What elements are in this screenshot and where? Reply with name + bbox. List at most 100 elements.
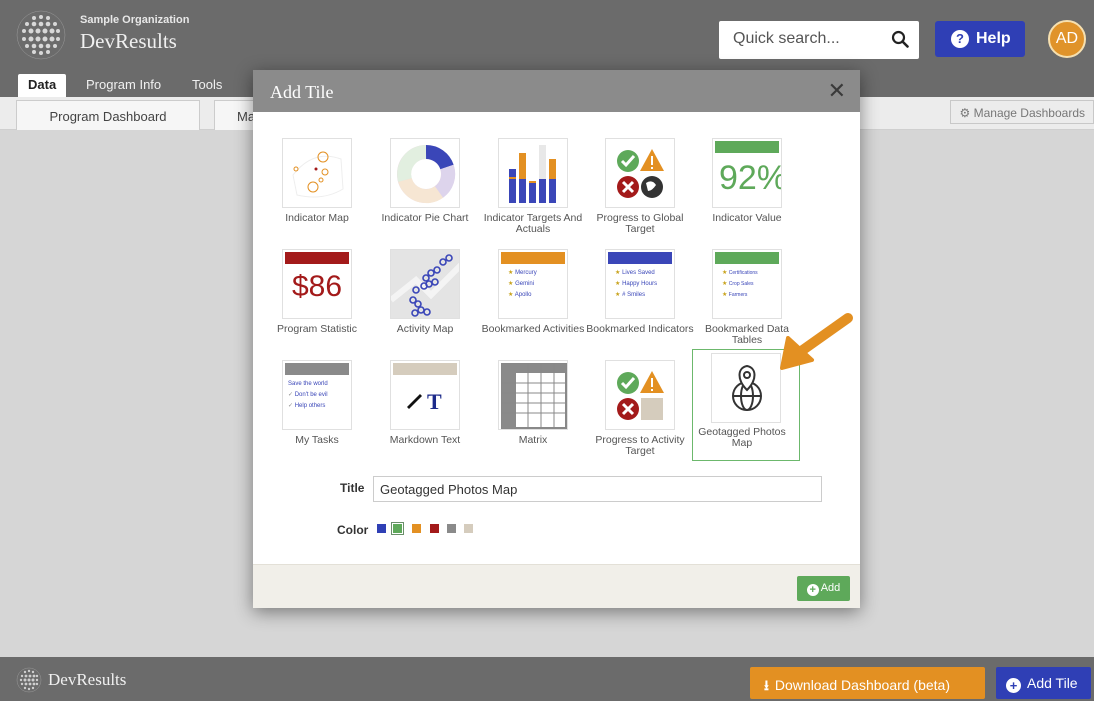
bookmark-item: Crop Sales [728, 281, 754, 287]
tile-label: Activity Map [396, 323, 454, 335]
search-icon[interactable] [891, 30, 909, 48]
bookmark-item: Certifications [728, 270, 758, 276]
tile-progress-to-global-target[interactable]: Progress to Global Target [583, 134, 683, 235]
plus-circle-icon: + [1006, 678, 1021, 693]
tile-value-text: $86 [291, 270, 343, 303]
color-swatch-beige[interactable] [464, 524, 473, 533]
modal-add-button[interactable]: + Add [797, 576, 850, 601]
tile-label: Program Statistic [277, 323, 357, 335]
tasks-icon: Save the world ✓ Don't be evil ✓ Help ot… [282, 360, 352, 430]
tile-label: My Tasks [295, 434, 339, 446]
tile-activity-map[interactable]: Activity Map [368, 245, 468, 345]
tile-label: Progress to Global Target [596, 212, 684, 235]
statistic-icon: $86 [282, 249, 352, 319]
tile-label: Progress to Activity Target [595, 434, 685, 457]
footer-bar: DevResults ⭳ Download Dashboard (beta) + A… [0, 657, 1094, 701]
tile-indicator-pie-chart[interactable]: Indicator Pie Chart [368, 134, 468, 234]
tab-program-info[interactable]: Program Info [76, 74, 171, 97]
brand-name: DevResults [80, 29, 177, 53]
color-swatch-blue[interactable] [377, 524, 386, 533]
bookmark-item: Lives Saved [622, 270, 655, 276]
tab-data[interactable]: Data [18, 74, 67, 97]
search-placeholder: Quick search... [733, 30, 840, 47]
manage-dashboards-button[interactable]: ⚙ Manage Dashboards [950, 100, 1094, 124]
tile-progress-to-activity-target[interactable]: Progress to Activity Target [583, 356, 685, 457]
tile-label: Bookmarked Activities [481, 323, 585, 335]
tile-label: Matrix [518, 434, 548, 446]
tile-bookmarked-data-tables[interactable]: ★ Certifications ★ Crop Sales ★ Farmers … [690, 245, 790, 346]
close-icon[interactable]: ✕ [828, 78, 846, 104]
bookmark-list-icon: ★ Lives Saved ★ Happy Hours ★ # Smiles [605, 249, 675, 319]
matrix-icon [498, 360, 568, 430]
markdown-icon: T [390, 360, 460, 430]
download-dashboard-button[interactable]: ⭳ Download Dashboard (beta) [750, 667, 985, 699]
color-swatch-orange[interactable] [412, 524, 421, 533]
tile-label: Indicator Value [712, 212, 782, 224]
bookmark-item: Apollo [514, 292, 532, 298]
bookmark-item: # Smiles [622, 292, 646, 298]
tile-markdown-text[interactable]: T Markdown Text [368, 356, 468, 456]
tile-indicator-value[interactable]: 92% Indicator Value [690, 134, 790, 234]
pie-chart-icon [390, 138, 460, 208]
organization-name: Sample Organization [80, 14, 190, 26]
bookmark-item: Happy Hours [622, 281, 658, 287]
tile-my-tasks[interactable]: Save the world ✓ Don't be evil ✓ Help ot… [260, 356, 360, 456]
tile-program-statistic[interactable]: $86 Program Statistic [260, 245, 360, 345]
tile-value-text: 92% [719, 159, 782, 197]
value-icon: 92% [712, 138, 782, 208]
tile-label: Indicator Targets And Actuals [483, 212, 583, 235]
tile-indicator-targets-and-actuals[interactable]: Indicator Targets And Actuals [476, 134, 582, 235]
tab-program-dashboard[interactable]: Program Dashboard [16, 100, 200, 130]
add-tile-label: Add Tile [1027, 675, 1078, 691]
task-item: Help others [294, 403, 326, 409]
user-avatar[interactable]: AD [1048, 20, 1086, 58]
modal-header: Add Tile ✕ [253, 70, 860, 112]
devresults-footer-logo-icon [16, 667, 42, 693]
bookmark-item: Gemini [515, 281, 535, 287]
tile-title-input[interactable] [373, 476, 822, 502]
color-swatch-gray[interactable] [447, 524, 456, 533]
help-button[interactable]: ? Help [935, 21, 1025, 57]
bookmark-item: Farmers [728, 292, 748, 298]
tile-label: Markdown Text [389, 434, 461, 446]
task-item: Don't be evil [294, 392, 328, 398]
tile-label: Indicator Pie Chart [381, 212, 469, 224]
quick-search-input[interactable]: Quick search... [719, 21, 919, 59]
footer-brand: DevResults [48, 670, 127, 689]
tile-bookmarked-activities[interactable]: ★ Mercury ★ Gemini ★ Apollo Bookmarked A… [476, 245, 584, 345]
modal-footer: + Add [253, 564, 860, 608]
tile-label: Geotagged Photos Map [698, 426, 786, 449]
top-bar: Sample Organization DevResults Quick sea… [0, 0, 1094, 70]
progress-status-icon [605, 138, 675, 208]
add-tile-modal: Add Tile ✕ Indicator Map Indicator Pie C… [253, 70, 860, 608]
bookmark-list-icon: ★ Mercury ★ Gemini ★ Apollo [498, 249, 568, 319]
add-tile-button[interactable]: + Add Tile [996, 667, 1091, 699]
manage-dashboards-label: Manage Dashboards [973, 106, 1085, 120]
activity-map-icon [390, 249, 460, 319]
bookmark-item: Mercury [515, 270, 537, 276]
pointer-arrow-icon [780, 313, 853, 370]
tile-label: Indicator Map [285, 212, 349, 224]
geotag-globe-icon [711, 353, 781, 423]
download-label: Download Dashboard (beta) [774, 677, 951, 693]
color-swatch-green[interactable] [391, 522, 404, 535]
bookmark-list-icon: ★ Certifications ★ Crop Sales ★ Farmers [712, 249, 782, 319]
task-item: Save the world [288, 381, 328, 387]
color-swatch-red[interactable] [430, 524, 439, 533]
indicator-map-icon [282, 138, 352, 208]
title-field-label: Title [340, 481, 365, 495]
tile-matrix[interactable]: Matrix [476, 356, 576, 456]
tile-indicator-map[interactable]: Indicator Map [260, 134, 360, 234]
help-label: Help [976, 30, 1011, 47]
svg-text:T: T [427, 389, 442, 414]
question-circle-icon: ? [951, 30, 969, 48]
gear-icon: ⚙ [959, 106, 971, 120]
bar-chart-icon [498, 138, 568, 208]
devresults-logo-icon[interactable] [16, 10, 66, 60]
color-field-label: Color [337, 523, 369, 537]
tile-label: Bookmarked Indicators [586, 323, 694, 335]
tab-tools[interactable]: Tools [182, 74, 232, 97]
progress-status-icon [605, 360, 675, 430]
download-icon: ⭳ [764, 677, 769, 693]
tile-bookmarked-indicators[interactable]: ★ Lives Saved ★ Happy Hours ★ # Smiles B… [583, 245, 694, 345]
